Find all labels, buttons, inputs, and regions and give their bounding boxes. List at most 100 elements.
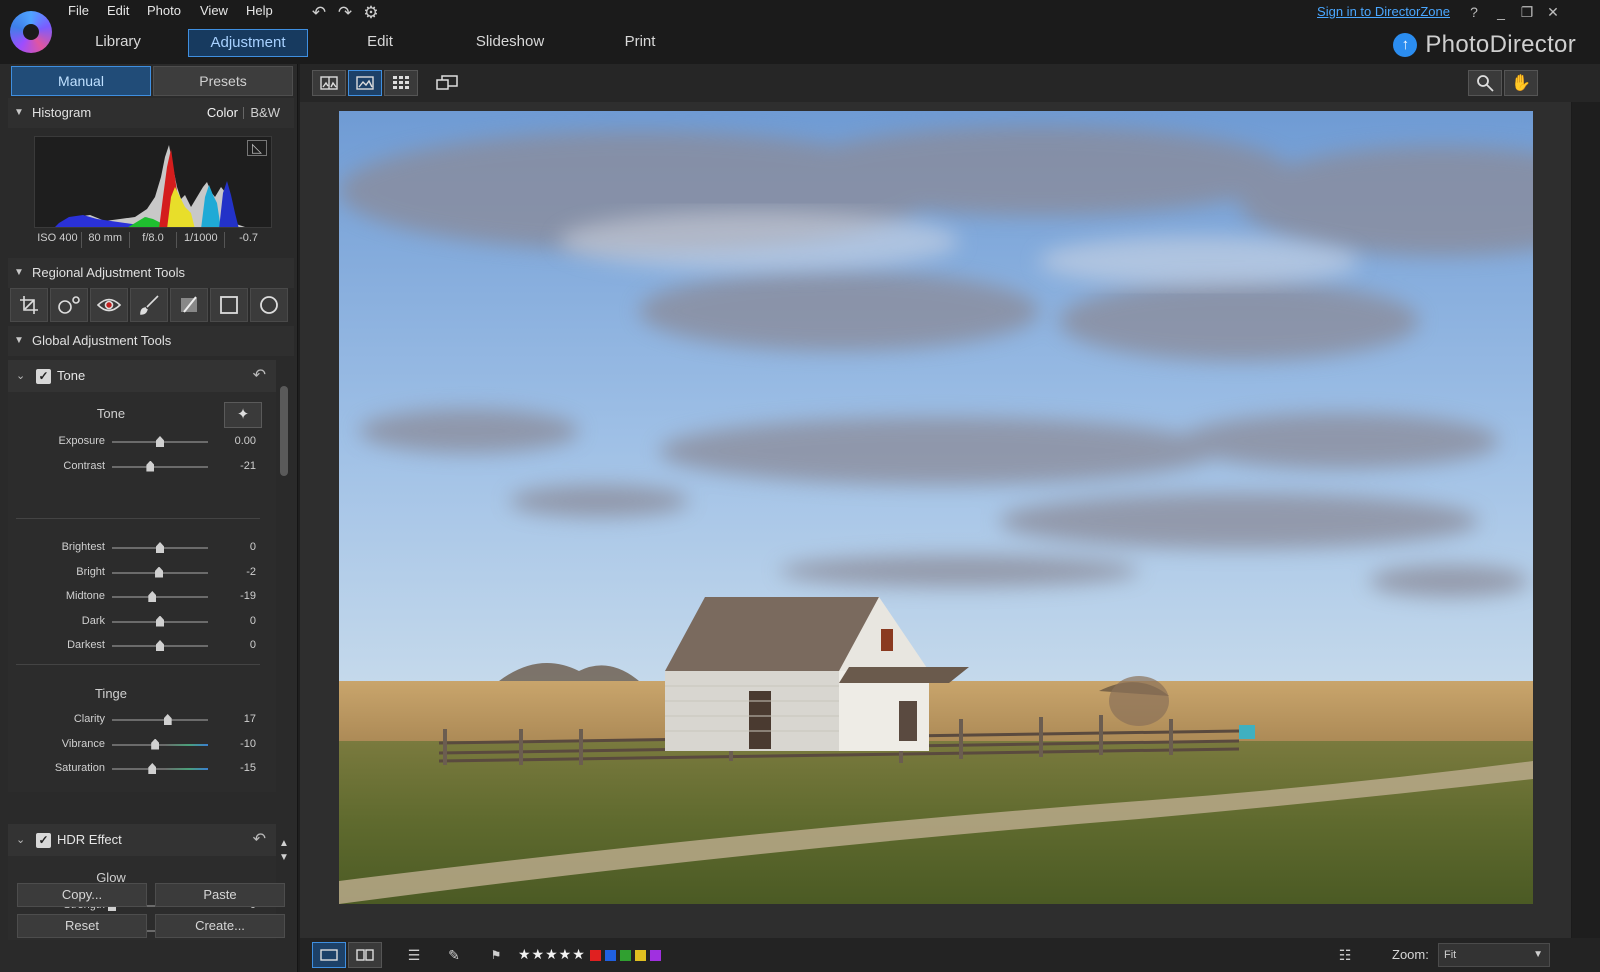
slider-thumb[interactable] bbox=[151, 738, 160, 750]
pan-hand-icon[interactable]: ✋ bbox=[1504, 70, 1538, 96]
settings-gear-icon[interactable]: ⚙ bbox=[360, 2, 382, 24]
slider-track[interactable] bbox=[112, 436, 208, 447]
photo-canvas[interactable] bbox=[300, 102, 1572, 938]
chevron-down-icon[interactable]: ▼ bbox=[1533, 944, 1543, 966]
scrollbar-thumb[interactable] bbox=[280, 386, 288, 476]
photo-preview[interactable] bbox=[339, 111, 1533, 904]
menu-file[interactable]: File bbox=[68, 3, 89, 18]
metadata-edit-icon[interactable]: ✎ bbox=[440, 942, 468, 968]
undo-icon[interactable]: ↶ bbox=[308, 2, 330, 24]
minimize-icon[interactable]: _ bbox=[1491, 4, 1511, 20]
slider-darkest[interactable]: Darkest 0 bbox=[8, 636, 268, 656]
collapse-triangle-icon[interactable]: ▼ bbox=[14, 258, 24, 288]
slider-thumb[interactable] bbox=[146, 460, 155, 472]
menu-edit[interactable]: Edit bbox=[107, 3, 129, 18]
red-eye-icon[interactable] bbox=[90, 288, 128, 322]
slider-value[interactable]: -10 bbox=[220, 738, 256, 750]
sign-in-link[interactable]: Sign in to DirectorZone bbox=[1317, 4, 1450, 19]
single-view-icon[interactable] bbox=[312, 942, 346, 968]
star-rating[interactable]: ★★★★★ bbox=[518, 946, 586, 963]
clipping-warning-icon[interactable]: ◺ bbox=[247, 140, 267, 156]
slider-thumb[interactable] bbox=[148, 763, 157, 774]
slider-bright[interactable]: Bright -2 bbox=[8, 563, 268, 583]
slider-thumb[interactable] bbox=[156, 615, 164, 627]
slider-thumb[interactable] bbox=[155, 566, 164, 578]
compare-view-icon[interactable] bbox=[348, 942, 382, 968]
tab-edit[interactable]: Edit bbox=[350, 29, 410, 57]
slider-value[interactable]: 17 bbox=[220, 713, 256, 725]
slider-value[interactable]: 0.00 bbox=[220, 435, 256, 447]
tab-adjustment[interactable]: Adjustment bbox=[188, 29, 308, 57]
panel-scrollbar[interactable]: ▲ ▼ bbox=[278, 364, 290, 876]
collapse-triangle-icon[interactable]: ▼ bbox=[14, 98, 24, 128]
regional-tools-header[interactable]: ▼ Regional Adjustment Tools bbox=[8, 258, 294, 288]
graduated-filter-icon[interactable] bbox=[170, 288, 208, 322]
slider-value[interactable]: 0 bbox=[220, 615, 256, 627]
reset-undo-icon[interactable]: ↶ bbox=[253, 824, 266, 856]
menu-help[interactable]: Help bbox=[246, 3, 273, 18]
slider-exposure[interactable]: Exposure 0.00 bbox=[8, 432, 268, 452]
restore-icon[interactable]: ❐ bbox=[1517, 4, 1537, 21]
slider-value[interactable]: -2 bbox=[220, 566, 256, 578]
tone-group-header[interactable]: ⌄ ✓ Tone ↶ bbox=[8, 360, 276, 392]
view-before-after-icon[interactable] bbox=[312, 70, 346, 96]
slider-value[interactable]: 0 bbox=[220, 639, 256, 651]
copy-button[interactable]: Copy... bbox=[17, 883, 147, 907]
spot-removal-icon[interactable] bbox=[50, 288, 88, 322]
auto-tone-wand-icon[interactable]: ✦ bbox=[224, 402, 262, 428]
slider-track[interactable] bbox=[112, 640, 208, 651]
slider-clarity[interactable]: Clarity 17 bbox=[8, 710, 268, 730]
tone-enable-checkbox[interactable]: ✓ bbox=[36, 369, 51, 384]
radial-filter-icon[interactable] bbox=[250, 288, 288, 322]
reset-undo-icon[interactable]: ↶ bbox=[253, 360, 266, 392]
color-label-purple[interactable] bbox=[650, 950, 661, 961]
slider-track[interactable] bbox=[112, 615, 208, 627]
create-preset-button[interactable]: Create... bbox=[155, 914, 285, 938]
slider-contrast[interactable]: Contrast -21 bbox=[8, 457, 268, 477]
scroll-up-arrow-icon[interactable]: ▲ bbox=[278, 838, 290, 849]
slider-dark[interactable]: Dark 0 bbox=[8, 612, 268, 632]
slider-brightest[interactable]: Brightest 0 bbox=[8, 538, 268, 558]
chevron-down-icon[interactable]: ⌄ bbox=[16, 824, 25, 856]
slider-thumb[interactable] bbox=[156, 436, 164, 447]
slider-track[interactable] bbox=[112, 591, 208, 602]
view-single-icon[interactable] bbox=[348, 70, 382, 96]
global-tools-header[interactable]: ▼ Global Adjustment Tools bbox=[8, 326, 294, 356]
menu-photo[interactable]: Photo bbox=[147, 3, 181, 18]
tab-print[interactable]: Print bbox=[612, 29, 668, 57]
menu-view[interactable]: View bbox=[200, 3, 228, 18]
slider-thumb[interactable] bbox=[156, 640, 164, 651]
chevron-down-icon[interactable]: ⌄ bbox=[16, 360, 25, 392]
sort-list-icon[interactable]: ☷ bbox=[1330, 942, 1360, 968]
color-label-yellow[interactable] bbox=[635, 950, 646, 961]
collapse-triangle-icon[interactable]: ▼ bbox=[14, 326, 24, 356]
slider-vibrance[interactable]: Vibrance -10 bbox=[8, 735, 268, 755]
paste-button[interactable]: Paste bbox=[155, 883, 285, 907]
slider-thumb[interactable] bbox=[156, 542, 164, 553]
rotate-list-icon[interactable]: ☰ bbox=[400, 942, 428, 968]
slider-track[interactable] bbox=[112, 738, 208, 750]
slider-track[interactable] bbox=[112, 542, 208, 553]
slider-value[interactable]: -19 bbox=[220, 590, 256, 602]
slider-value[interactable]: 0 bbox=[220, 541, 256, 553]
color-label-blue[interactable] bbox=[605, 950, 616, 961]
zoom-magnifier-icon[interactable] bbox=[1468, 70, 1502, 96]
color-label-green[interactable] bbox=[620, 950, 631, 961]
histogram-bw-toggle[interactable]: B&W bbox=[250, 98, 280, 128]
slider-value[interactable]: -21 bbox=[220, 460, 256, 472]
scroll-down-arrow-icon[interactable]: ▼ bbox=[278, 852, 290, 863]
crop-tool-icon[interactable] bbox=[10, 288, 48, 322]
hdr-group-header[interactable]: ⌄ ✓ HDR Effect ↶ bbox=[8, 824, 276, 856]
slider-track[interactable] bbox=[112, 566, 208, 578]
brush-tool-icon[interactable] bbox=[130, 288, 168, 322]
slider-track[interactable] bbox=[112, 714, 208, 725]
histogram-color-toggle[interactable]: Color bbox=[207, 98, 238, 128]
flag-icon[interactable]: ⚑ bbox=[482, 942, 510, 968]
help-button[interactable]: ? bbox=[1464, 4, 1484, 20]
slider-thumb[interactable] bbox=[163, 714, 172, 725]
second-display-icon[interactable] bbox=[430, 70, 464, 96]
slider-saturation[interactable]: Saturation -15 bbox=[8, 759, 268, 779]
close-icon[interactable]: ✕ bbox=[1543, 4, 1563, 21]
slider-thumb[interactable] bbox=[148, 591, 157, 602]
reset-button[interactable]: Reset bbox=[17, 914, 147, 938]
